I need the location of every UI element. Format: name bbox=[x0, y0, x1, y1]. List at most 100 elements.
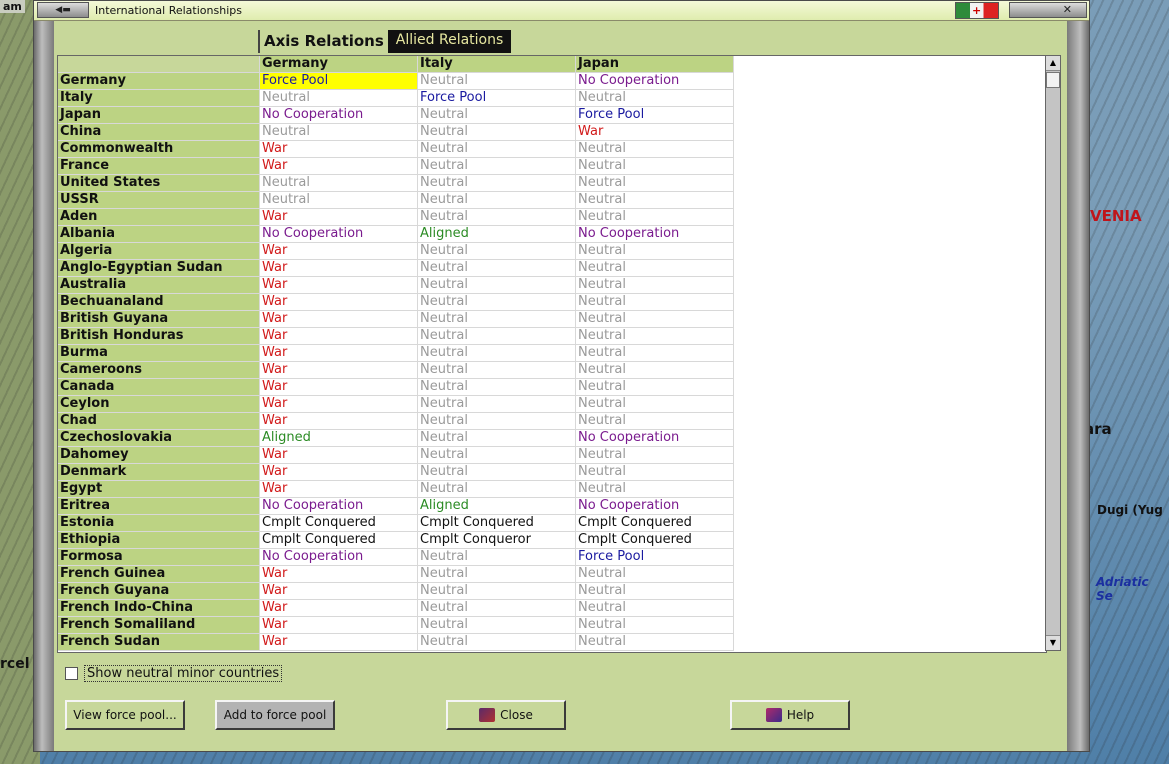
table-row[interactable]: Estonia Cmplt Conquered Cmplt Conquered Cmp… bbox=[58, 514, 734, 532]
table-row[interactable]: Eritrea No Cooperation Aligned No Cooperati… bbox=[58, 497, 734, 515]
relation-cell-ceylon-japan[interactable]: Neutral bbox=[575, 395, 734, 413]
table-row[interactable]: United States Neutral Neutral Neutral bbox=[58, 174, 734, 192]
relation-cell-british-guyana-japan[interactable]: Neutral bbox=[575, 310, 734, 328]
relation-cell-french-guinea-germany[interactable]: War bbox=[259, 565, 418, 583]
relation-cell-canada-italy[interactable]: Neutral bbox=[417, 378, 576, 396]
relation-cell-czechoslovakia-japan[interactable]: No Cooperation bbox=[575, 429, 734, 447]
relation-cell-albania-germany[interactable]: No Cooperation bbox=[259, 225, 418, 243]
show-neutral-minor-countries-option[interactable]: Show neutral minor countries bbox=[65, 665, 283, 682]
relation-cell-commonwealth-germany[interactable]: War bbox=[259, 140, 418, 158]
show-neutral-label[interactable]: Show neutral minor countries bbox=[84, 665, 283, 682]
relation-cell-aden-japan[interactable]: Neutral bbox=[575, 208, 734, 226]
relation-cell-british-honduras-japan[interactable]: Neutral bbox=[575, 327, 734, 345]
relation-cell-british-honduras-italy[interactable]: Neutral bbox=[417, 327, 576, 345]
table-row[interactable]: France War Neutral Neutral bbox=[58, 157, 734, 175]
relation-cell-albania-japan[interactable]: No Cooperation bbox=[575, 225, 734, 243]
show-neutral-checkbox[interactable] bbox=[65, 667, 78, 680]
relation-cell-italy-germany[interactable]: Neutral bbox=[259, 89, 418, 107]
relation-cell-french-guyana-germany[interactable]: War bbox=[259, 582, 418, 600]
relation-cell-france-germany[interactable]: War bbox=[259, 157, 418, 175]
relation-cell-british-honduras-germany[interactable]: War bbox=[259, 327, 418, 345]
row-header-aden[interactable]: Aden bbox=[58, 208, 260, 226]
relation-cell-germany-japan[interactable]: No Cooperation bbox=[575, 72, 734, 90]
relation-cell-ussr-japan[interactable]: Neutral bbox=[575, 191, 734, 209]
relation-cell-ussr-italy[interactable]: Neutral bbox=[417, 191, 576, 209]
relation-cell-france-italy[interactable]: Neutral bbox=[417, 157, 576, 175]
relation-cell-cameroons-italy[interactable]: Neutral bbox=[417, 361, 576, 379]
row-header-commonwealth[interactable]: Commonwealth bbox=[58, 140, 260, 158]
relation-cell-denmark-italy[interactable]: Neutral bbox=[417, 463, 576, 481]
row-header-italy[interactable]: Italy bbox=[58, 89, 260, 107]
row-header-france[interactable]: France bbox=[58, 157, 260, 175]
table-row[interactable]: French Indo-China War Neutral Neutral bbox=[58, 599, 734, 617]
table-row[interactable]: Egypt War Neutral Neutral bbox=[58, 480, 734, 498]
relation-cell-anglo-egyptian-sudan-japan[interactable]: Neutral bbox=[575, 259, 734, 277]
table-row[interactable]: Japan No Cooperation Neutral Force Pool bbox=[58, 106, 734, 124]
row-header-ceylon[interactable]: Ceylon bbox=[58, 395, 260, 413]
relation-cell-japan-italy[interactable]: Neutral bbox=[417, 106, 576, 124]
row-header-french-indo-china[interactable]: French Indo-China bbox=[58, 599, 260, 617]
table-row[interactable]: Aden War Neutral Neutral bbox=[58, 208, 734, 226]
relation-cell-chad-japan[interactable]: Neutral bbox=[575, 412, 734, 430]
relation-cell-formosa-japan[interactable]: Force Pool bbox=[575, 548, 734, 566]
relation-cell-denmark-germany[interactable]: War bbox=[259, 463, 418, 481]
relation-cell-united-states-germany[interactable]: Neutral bbox=[259, 174, 418, 192]
table-row[interactable]: French Sudan War Neutral Neutral bbox=[58, 633, 734, 651]
relation-cell-dahomey-japan[interactable]: Neutral bbox=[575, 446, 734, 464]
row-header-british-honduras[interactable]: British Honduras bbox=[58, 327, 260, 345]
table-row[interactable]: French Guyana War Neutral Neutral bbox=[58, 582, 734, 600]
relation-cell-egypt-germany[interactable]: War bbox=[259, 480, 418, 498]
relation-cell-burma-germany[interactable]: War bbox=[259, 344, 418, 362]
scroll-thumb[interactable] bbox=[1046, 72, 1060, 88]
window-close-button[interactable]: ✕ bbox=[1009, 2, 1087, 18]
relation-cell-ethiopia-germany[interactable]: Cmplt Conquered bbox=[259, 531, 418, 549]
relation-cell-aden-germany[interactable]: War bbox=[259, 208, 418, 226]
table-row[interactable]: British Guyana War Neutral Neutral bbox=[58, 310, 734, 328]
relation-cell-french-indo-china-italy[interactable]: Neutral bbox=[417, 599, 576, 617]
relation-cell-australia-italy[interactable]: Neutral bbox=[417, 276, 576, 294]
table-row[interactable]: USSR Neutral Neutral Neutral bbox=[58, 191, 734, 209]
relation-cell-ceylon-germany[interactable]: War bbox=[259, 395, 418, 413]
relation-cell-czechoslovakia-germany[interactable]: Aligned bbox=[259, 429, 418, 447]
relation-cell-japan-germany[interactable]: No Cooperation bbox=[259, 106, 418, 124]
row-header-united-states[interactable]: United States bbox=[58, 174, 260, 192]
table-row[interactable]: Commonwealth War Neutral Neutral bbox=[58, 140, 734, 158]
relation-cell-commonwealth-japan[interactable]: Neutral bbox=[575, 140, 734, 158]
relation-cell-ussr-germany[interactable]: Neutral bbox=[259, 191, 418, 209]
table-row[interactable]: Czechoslovakia Aligned Neutral No Cooperati… bbox=[58, 429, 734, 447]
view-force-pool-button[interactable]: View force pool... bbox=[65, 700, 185, 730]
row-header-ethiopia[interactable]: Ethiopia bbox=[58, 531, 260, 549]
column-header-japan[interactable]: Japan bbox=[575, 56, 734, 73]
table-row[interactable]: China Neutral Neutral War bbox=[58, 123, 734, 141]
row-header-formosa[interactable]: Formosa bbox=[58, 548, 260, 566]
relation-cell-estonia-japan[interactable]: Cmplt Conquered bbox=[575, 514, 734, 532]
row-header-egypt[interactable]: Egypt bbox=[58, 480, 260, 498]
row-header-cameroons[interactable]: Cameroons bbox=[58, 361, 260, 379]
relation-cell-eritrea-italy[interactable]: Aligned bbox=[417, 497, 576, 515]
relation-cell-algeria-italy[interactable]: Neutral bbox=[417, 242, 576, 260]
row-header-czechoslovakia[interactable]: Czechoslovakia bbox=[58, 429, 260, 447]
table-row[interactable]: Anglo-Egyptian Sudan War Neutral Neutral bbox=[58, 259, 734, 277]
scroll-up-arrow-icon[interactable]: ▲ bbox=[1046, 56, 1060, 71]
table-row[interactable]: British Honduras War Neutral Neutral bbox=[58, 327, 734, 345]
row-header-burma[interactable]: Burma bbox=[58, 344, 260, 362]
relation-cell-french-indo-china-germany[interactable]: War bbox=[259, 599, 418, 617]
row-header-anglo-egyptian-sudan[interactable]: Anglo-Egyptian Sudan bbox=[58, 259, 260, 277]
table-row[interactable]: Germany Force Pool Neutral No Cooperation bbox=[58, 72, 734, 90]
scroll-down-arrow-icon[interactable]: ▼ bbox=[1046, 635, 1060, 650]
table-row[interactable]: Australia War Neutral Neutral bbox=[58, 276, 734, 294]
row-header-french-somaliland[interactable]: French Somaliland bbox=[58, 616, 260, 634]
relation-cell-dahomey-germany[interactable]: War bbox=[259, 446, 418, 464]
row-header-algeria[interactable]: Algeria bbox=[58, 242, 260, 260]
table-row[interactable]: Algeria War Neutral Neutral bbox=[58, 242, 734, 260]
relation-cell-denmark-japan[interactable]: Neutral bbox=[575, 463, 734, 481]
relation-cell-chad-germany[interactable]: War bbox=[259, 412, 418, 430]
relation-cell-french-guyana-japan[interactable]: Neutral bbox=[575, 582, 734, 600]
table-row[interactable]: Canada War Neutral Neutral bbox=[58, 378, 734, 396]
row-header-french-guinea[interactable]: French Guinea bbox=[58, 565, 260, 583]
row-header-dahomey[interactable]: Dahomey bbox=[58, 446, 260, 464]
relation-cell-china-italy[interactable]: Neutral bbox=[417, 123, 576, 141]
relation-cell-canada-japan[interactable]: Neutral bbox=[575, 378, 734, 396]
relation-cell-british-guyana-germany[interactable]: War bbox=[259, 310, 418, 328]
relation-cell-estonia-germany[interactable]: Cmplt Conquered bbox=[259, 514, 418, 532]
